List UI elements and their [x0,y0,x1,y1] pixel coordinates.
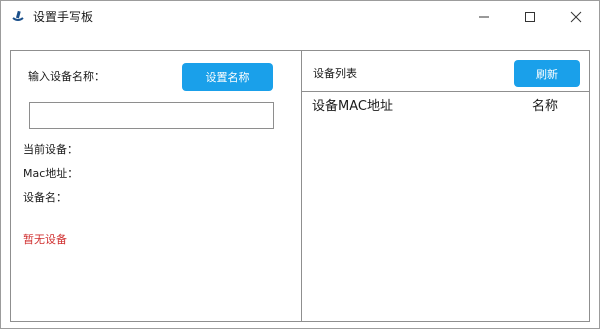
maximize-icon [525,12,535,22]
title-bar[interactable]: 设置手写板 [1,1,599,33]
column-header-name: 名称 [532,99,559,114]
device-list-title: 设备列表 [313,67,357,80]
minimize-icon [479,16,489,18]
mac-address-label: Mac地址： [23,167,79,180]
window-title: 设置手写板 [33,10,94,24]
device-name-input-label: 输入设备名称： [28,70,105,83]
set-name-button[interactable]: 设置名称 [182,63,273,91]
close-icon [570,11,582,23]
main-panel: 输入设备名称： 设置名称 当前设备： Mac地址： 设备名： 暂无设备 设备列表… [10,50,590,322]
maximize-button[interactable] [507,1,553,33]
close-button[interactable] [553,1,599,33]
refresh-button[interactable]: 刷新 [514,60,580,87]
device-name-label: 设备名： [23,191,67,204]
current-device-label: 当前设备： [23,143,78,156]
minimize-button[interactable] [461,1,507,33]
status-no-device: 暂无设备 [23,233,67,246]
app-logo-icon [12,10,24,21]
device-name-input[interactable] [29,102,274,129]
app-window: 设置手写板 输入设备名称： 设置名称 当前设备： Mac地址： 设备名： 暂无设… [0,0,600,329]
device-list-header-divider [302,91,589,92]
column-header-mac: 设备MAC地址 [312,99,393,114]
